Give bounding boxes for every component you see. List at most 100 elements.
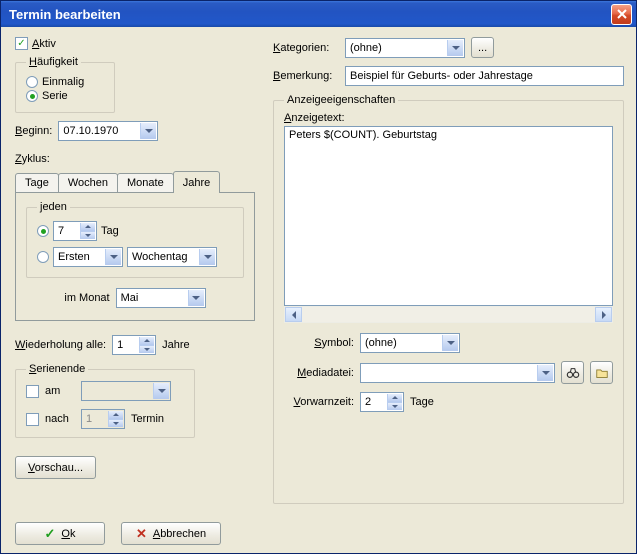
einmalig-radio[interactable] [26,76,38,88]
kategorien-value: (ohne) [350,42,382,54]
jeden-ordinal-radio[interactable] [37,251,49,263]
serienende-am-combo[interactable] [81,381,171,401]
spin-up-icon[interactable] [387,394,402,403]
dialog-content: Aktiv Häufigkeit Einmalig Serie Beginn: [1,27,636,553]
im-monat-label: im Monat [64,292,109,304]
scroll-track[interactable] [302,307,595,322]
anzeige-legend: Anzeigeeigenschaften [284,94,398,106]
close-button[interactable] [611,4,632,25]
bemerkung-input[interactable] [345,66,624,86]
ordinal-combo[interactable]: Ersten [53,247,123,267]
zyklus-label: Zyklus: [15,153,255,165]
jeden-group: jeden 7 Tag [26,201,244,278]
anzeigetext-textarea[interactable]: Peters $(COUNT). Geburtstag [284,126,613,306]
tab-jahre[interactable]: Jahre [173,171,221,193]
jeden-legend: jeden [37,201,70,213]
symbol-value: (ohne) [365,337,397,349]
binoculars-icon [566,366,580,380]
ok-label: Ok [61,528,75,540]
kategorien-more-button[interactable]: ... [471,37,494,58]
spin-down-icon[interactable] [387,403,402,411]
cancel-button[interactable]: ✕ Abbrechen [121,522,221,545]
serienende-group: Serienende am nach 1 [15,363,195,438]
serie-label: Serie [42,90,68,102]
vorwarnzeit-value: 2 [365,396,371,408]
scroll-left-icon[interactable] [285,307,302,322]
tab-monate[interactable]: Monate [117,173,174,192]
vorwarnzeit-spinner[interactable]: 2 [360,392,404,412]
chevron-down-icon[interactable] [105,249,121,265]
kategorien-label: Kategorien: [273,42,339,54]
beginn-combo[interactable]: 07.10.1970 [58,121,158,141]
serienende-legend: Serienende [26,363,88,375]
chevron-down-icon[interactable] [537,365,553,381]
spin-down-icon[interactable] [80,232,95,240]
horizontal-scrollbar[interactable] [284,306,613,323]
close-icon [617,9,627,19]
anzeigetext-label: Anzeigetext: [284,112,613,124]
bemerkung-label: Bemerkung: [273,70,339,82]
symbol-combo[interactable]: (ohne) [360,333,460,353]
wiederholung-value: 1 [117,339,123,351]
weekday-value: Wochentag [132,251,187,263]
jeden-day-radio[interactable] [37,225,49,237]
mediadatei-open-button[interactable] [590,361,613,384]
jeden-day-spinner[interactable]: 7 [53,221,97,241]
anzeigetext-value: Peters $(COUNT). Geburtstag [289,129,437,141]
scroll-right-icon[interactable] [595,307,612,322]
ok-button[interactable]: ✓ Ok [15,522,105,545]
einmalig-label: Einmalig [42,76,84,88]
spin-down-icon[interactable] [139,346,154,354]
mediadatei-label: Mediadatei: [284,367,354,379]
weekday-combo[interactable]: Wochentag [127,247,217,267]
dialog-window: Termin bearbeiten Aktiv Häufigkeit Einma… [0,0,637,554]
anzeige-group: Anzeigeeigenschaften Anzeigetext: Peters… [273,94,624,504]
im-monat-combo[interactable]: Mai [116,288,206,308]
vorwarnzeit-suffix: Tage [410,396,434,408]
folder-icon [595,366,609,380]
jeden-day-suffix: Tag [101,225,119,237]
tab-wochen[interactable]: Wochen [58,173,118,192]
kategorien-combo[interactable]: (ohne) [345,38,465,58]
jeden-day-value: 7 [58,225,64,237]
ellipsis-label: ... [478,42,487,54]
aktiv-checkbox[interactable] [15,37,28,50]
beginn-value: 07.10.1970 [63,125,118,137]
serienende-nach-checkbox[interactable] [26,413,39,426]
serienende-am-label: am [45,385,75,397]
symbol-label: Symbol: [284,337,354,349]
titlebar: Termin bearbeiten [1,1,636,27]
wiederholung-spinner[interactable]: 1 [112,335,156,355]
chevron-down-icon[interactable] [153,383,169,399]
checkmark-icon: ✓ [45,526,56,542]
ordinal-value: Ersten [58,251,90,263]
chevron-down-icon[interactable] [140,123,156,139]
chevron-down-icon[interactable] [199,249,215,265]
vorschau-button[interactable]: Vorschau... [15,456,96,479]
chevron-down-icon[interactable] [442,335,458,351]
cross-icon: ✕ [136,526,147,542]
beginn-label: Beginn: [15,125,52,137]
wiederholung-label: Wiederholung alle: [15,339,106,351]
cancel-label: Abbrechen [153,528,206,540]
im-monat-value: Mai [121,292,139,304]
haeufigkeit-group: Häufigkeit Einmalig Serie [15,56,115,113]
chevron-down-icon[interactable] [188,290,204,306]
chevron-down-icon[interactable] [447,40,463,56]
serienende-nach-label: nach [45,413,75,425]
wiederholung-suffix: Jahre [162,339,190,351]
serienende-am-checkbox[interactable] [26,385,39,398]
tab-tage[interactable]: Tage [15,173,59,192]
spin-up-icon[interactable] [139,337,154,346]
serie-radio[interactable] [26,90,38,102]
spin-up-icon[interactable] [108,411,123,420]
mediadatei-combo[interactable] [360,363,555,383]
mediadatei-browse-button[interactable] [561,361,584,384]
haeufigkeit-legend: Häufigkeit [26,56,81,68]
aktiv-label: Aktiv [32,38,56,50]
spin-down-icon[interactable] [108,420,123,428]
vorwarnzeit-label: Vorwarnzeit: [284,396,354,408]
serienende-nach-spinner[interactable]: 1 [81,409,125,429]
spin-up-icon[interactable] [80,223,95,232]
serienende-nach-suffix: Termin [131,413,164,425]
